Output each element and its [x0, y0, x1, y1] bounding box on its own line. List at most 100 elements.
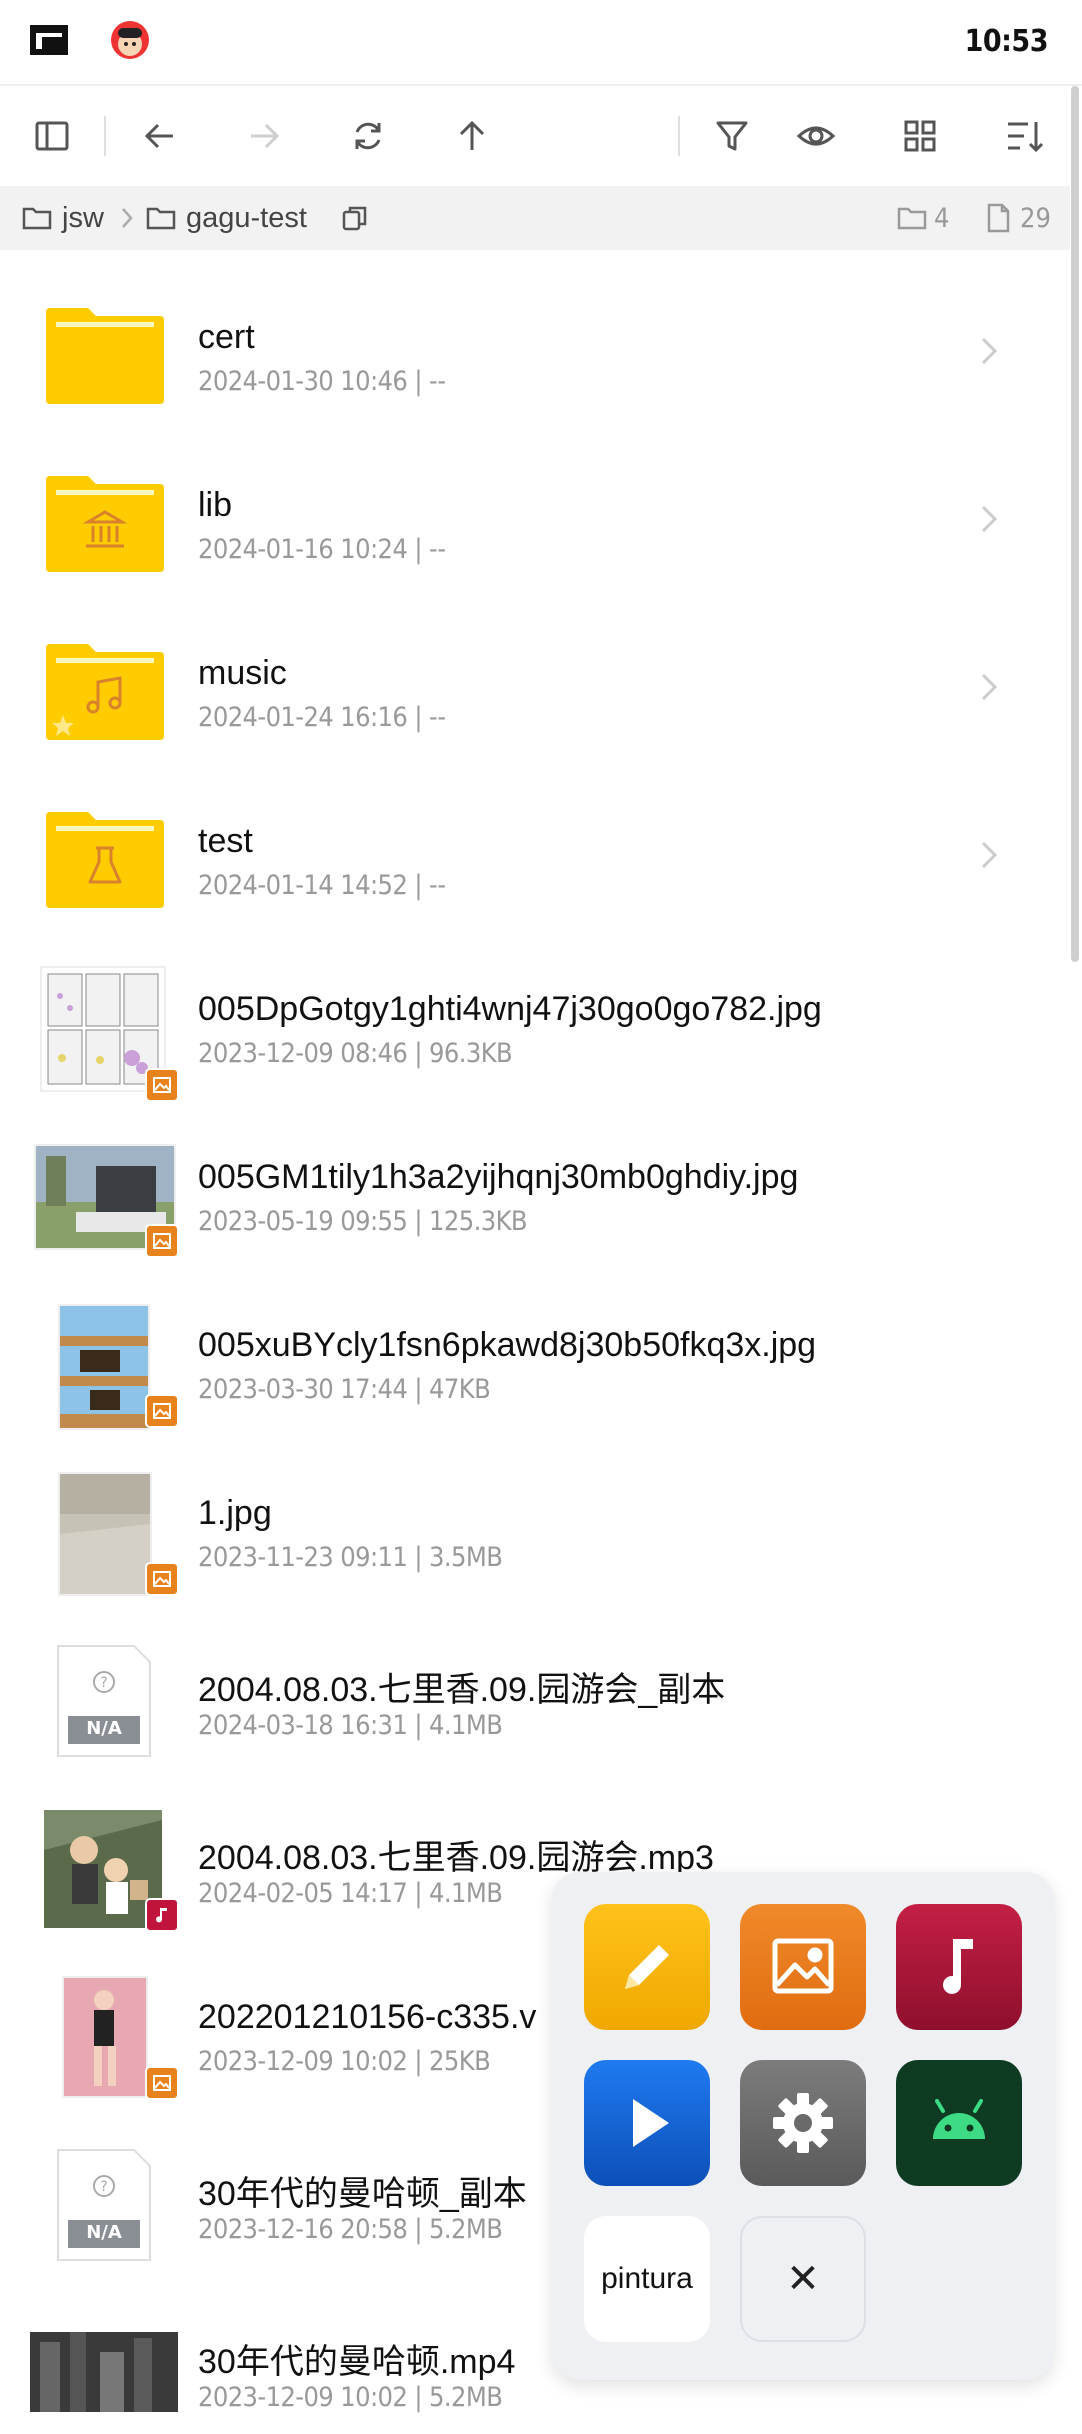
pintura-app-button[interactable]: pintura — [584, 2216, 710, 2342]
filter-icon — [716, 121, 748, 151]
file-meta: 2024-01-14 14:52 | -- — [198, 870, 446, 901]
music-player-app-button[interactable] — [896, 1904, 1022, 2030]
file-name: 30年代的曼哈顿.mp4 — [198, 2343, 516, 2381]
filter-button[interactable] — [702, 106, 762, 166]
avatar-icon — [111, 21, 149, 59]
library-folder-icon — [46, 476, 164, 572]
sort-icon — [1008, 122, 1044, 153]
image-viewer-app-button[interactable] — [740, 1904, 866, 2030]
file-name: 005GM1tily1h3a2yijhqnj30mb0ghdiy.jpg — [198, 1158, 799, 1196]
close-button[interactable]: ✕ — [740, 2216, 866, 2342]
sidebar-toggle-button[interactable] — [22, 106, 82, 166]
image-thumbnail — [58, 1472, 152, 1596]
eye-icon — [796, 126, 836, 146]
file-meta: 2023-12-16 20:58 | 5.2MB — [198, 2214, 503, 2245]
list-item[interactable]: 005GM1tily1h3a2yijhqnj30mb0ghdiy.jpg 202… — [0, 1090, 1070, 1258]
image-badge-icon — [145, 1394, 179, 1428]
sidebar-toggle-icon — [35, 121, 69, 151]
forward-button[interactable] — [234, 106, 294, 166]
back-button[interactable] — [130, 106, 190, 166]
file-meta: 2023-11-23 09:11 | 3.5MB — [198, 1542, 503, 1573]
breadcrumb-label: jsw — [62, 201, 104, 234]
file-meta: 2023-12-09 10:02 | 25KB — [198, 2046, 491, 2077]
svg-text:?: ? — [100, 2179, 107, 2195]
editor-app-button[interactable] — [584, 1904, 710, 2030]
breadcrumb: jsw gagu-test 4 29 — [0, 186, 1070, 250]
file-name: music — [198, 654, 287, 692]
list-item[interactable]: 1.jpg 2023-11-23 09:11 | 3.5MB — [0, 1426, 1070, 1596]
android-app-button[interactable] — [896, 2060, 1022, 2186]
chevron-right-icon — [120, 206, 134, 237]
file-name: 2004.08.03.七里香.09.园游会_副本 — [198, 1671, 726, 1709]
video-thumbnail — [30, 2332, 178, 2412]
gear-icon — [773, 2093, 833, 2153]
copy-icon — [342, 206, 367, 231]
svg-text:?: ? — [100, 1675, 107, 1691]
breadcrumb-item-current[interactable]: gagu-test — [146, 186, 307, 250]
chevron-right-icon — [981, 337, 998, 365]
folder-icon — [46, 308, 164, 404]
breadcrumb-item-root[interactable]: jsw — [22, 186, 104, 250]
forward-arrow-icon — [251, 123, 280, 149]
file-meta: 2023-12-09 10:02 | 5.2MB — [198, 2382, 503, 2413]
grid-view-button[interactable] — [890, 106, 950, 166]
file-name: 005xuBYcly1fsn6pkawd8j30b50fkq3x.jpg — [198, 1326, 817, 1364]
image-thumbnail — [62, 1976, 148, 2098]
unknown-file-icon: ? — [57, 2149, 151, 2261]
list-item[interactable]: music 2024-01-24 16:16 | -- — [0, 586, 1070, 754]
folder-count: 4 — [896, 186, 949, 250]
folder-outline-icon — [22, 207, 52, 230]
parent-folder-button[interactable] — [442, 106, 502, 166]
na-badge: N/A — [86, 2222, 122, 2243]
image-icon — [772, 1938, 834, 1994]
refresh-button[interactable] — [338, 106, 398, 166]
file-meta: 2024-02-05 14:17 | 4.1MB — [198, 1878, 503, 1909]
toolbar-divider — [104, 116, 106, 156]
list-item[interactable]: ? N/A 2004.08.03.七里香.09.园游会_副本 2024-03-1… — [0, 1594, 1070, 1762]
pintura-label: pintura — [601, 2262, 693, 2295]
chevron-right-icon — [981, 505, 998, 533]
list-item[interactable]: lib 2024-01-16 10:24 | -- — [0, 418, 1070, 586]
settings-app-button[interactable] — [740, 2060, 866, 2186]
unknown-file-icon: ? — [57, 1645, 151, 1757]
list-item[interactable]: cert 2024-01-30 10:46 | -- — [0, 250, 1070, 418]
image-badge-icon — [145, 1224, 179, 1258]
file-name: cert — [198, 318, 255, 356]
file-meta: 2023-03-30 17:44 | 47KB — [198, 1374, 491, 1405]
scrollbar[interactable] — [1071, 86, 1079, 962]
pencil-icon — [625, 1945, 669, 1989]
toolbar — [0, 86, 1082, 186]
flask-folder-icon — [46, 812, 164, 908]
image-badge-icon — [145, 1562, 179, 1596]
file-name: 202201210156-c335.v — [198, 1998, 537, 2036]
image-thumbnail — [58, 1304, 150, 1430]
list-item[interactable]: 005DpGotgy1ghti4wnj47j30go0go782.jpg 202… — [0, 922, 1070, 1102]
back-arrow-icon — [144, 123, 173, 149]
clock: 10:53 — [964, 24, 1049, 59]
file-count: 29 — [982, 186, 1051, 250]
list-item[interactable]: 005xuBYcly1fsn6pkawd8j30b50fkq3x.jpg 202… — [0, 1258, 1070, 1430]
up-arrow-icon — [459, 120, 485, 150]
file-name: test — [198, 822, 253, 860]
close-icon: ✕ — [786, 2257, 820, 2301]
image-badge-icon — [145, 2066, 179, 2100]
file-meta: 2024-03-18 16:31 | 4.1MB — [198, 1710, 503, 1741]
file-name: 30年代的曼哈顿_副本 — [198, 2175, 527, 2213]
visibility-button[interactable] — [786, 106, 846, 166]
sort-button[interactable] — [994, 106, 1054, 166]
folder-count-value: 4 — [934, 202, 950, 234]
list-item[interactable]: test 2024-01-14 14:52 | -- — [0, 754, 1070, 922]
chevron-right-icon — [981, 841, 998, 869]
file-meta: 2023-05-19 09:55 | 125.3KB — [198, 1206, 528, 1237]
file-meta: 2024-01-24 16:16 | -- — [198, 702, 446, 733]
folder-outline-icon — [146, 207, 176, 230]
file-meta: 2023-12-09 08:46 | 96.3KB — [198, 1038, 513, 1069]
na-badge: N/A — [86, 1718, 122, 1739]
video-player-app-button[interactable] — [584, 2060, 710, 2186]
app-logo-icon — [30, 25, 68, 55]
app-launcher-popup: pintura ✕ — [552, 1872, 1054, 2380]
copy-path-button[interactable] — [340, 186, 380, 250]
music-folder-icon — [46, 644, 164, 740]
refresh-icon — [355, 122, 381, 150]
breadcrumb-label: gagu-test — [186, 201, 307, 234]
